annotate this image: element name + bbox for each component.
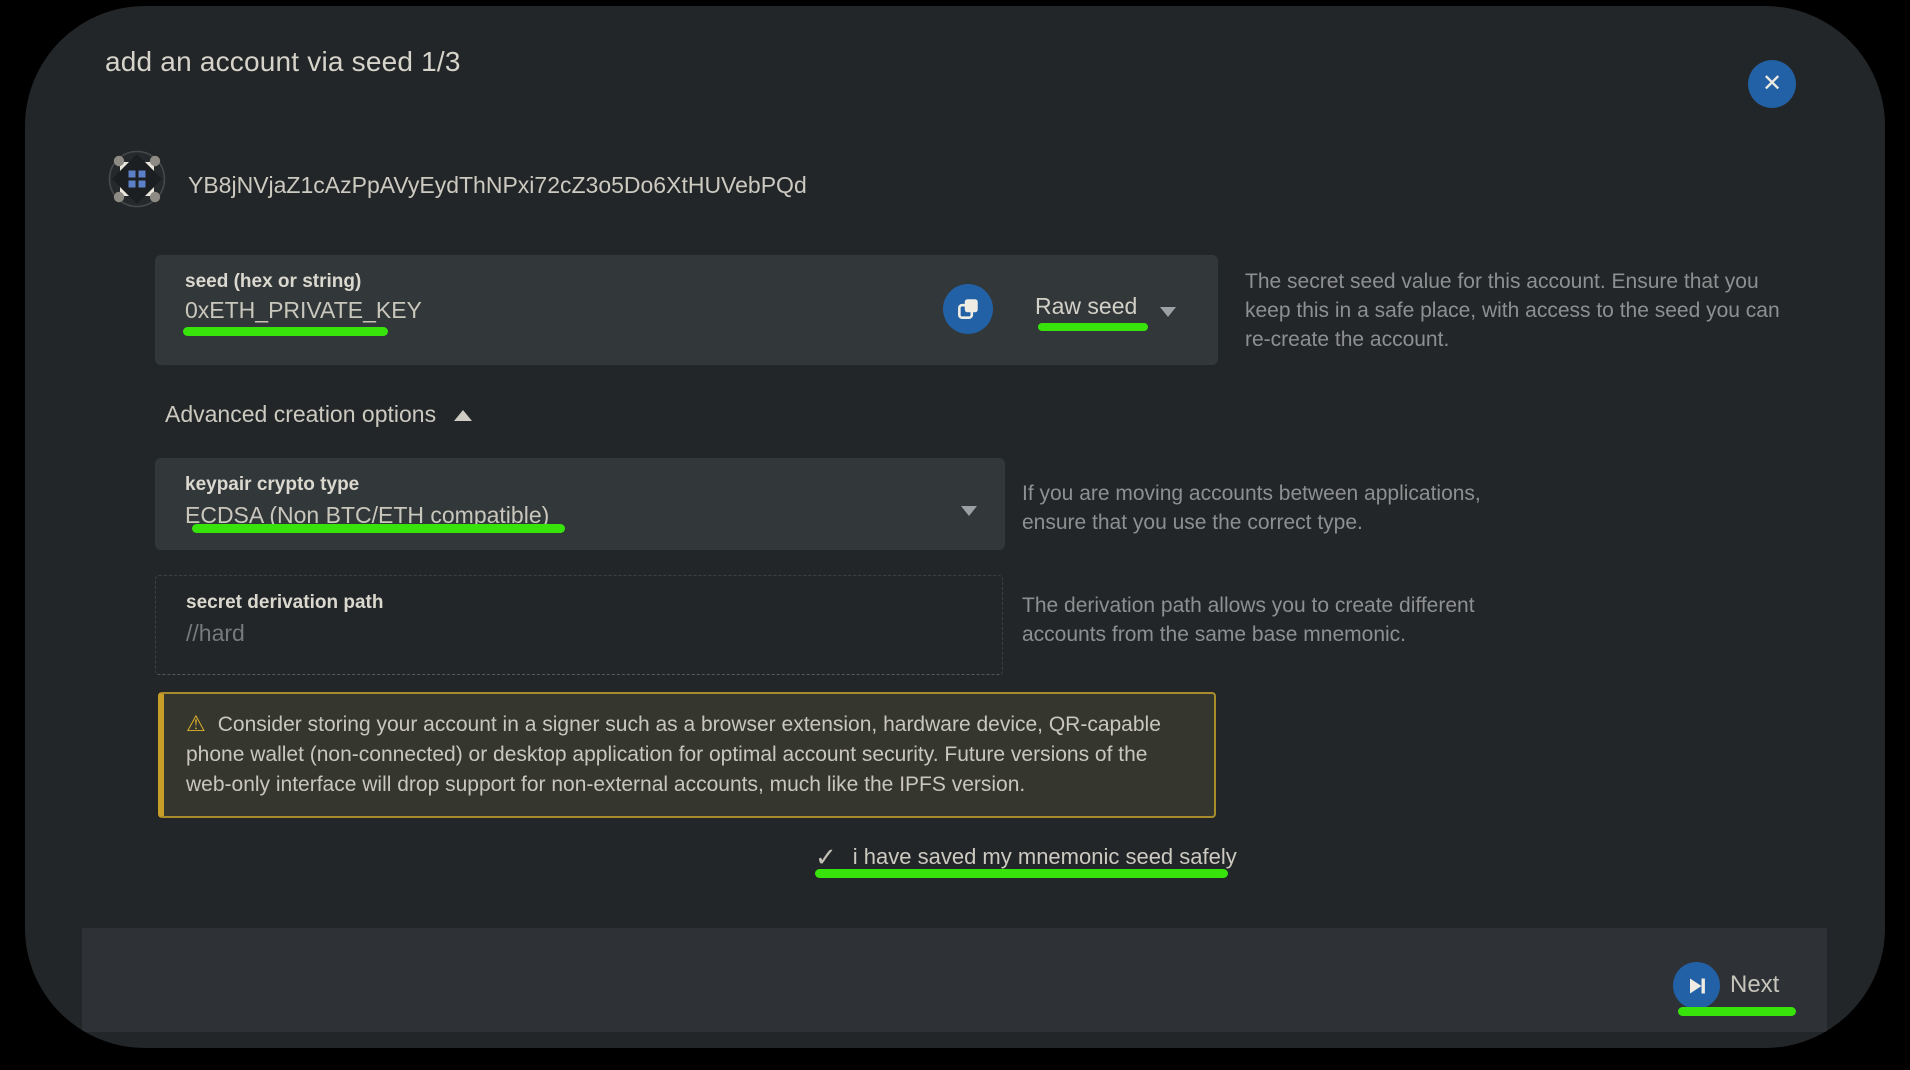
chevron-down-icon: [961, 506, 977, 516]
crypto-help-text: If you are moving accounts between appli…: [1022, 480, 1522, 538]
advanced-options-toggle[interactable]: Advanced creation options: [165, 401, 472, 428]
check-icon: ✓: [815, 844, 837, 870]
seed-input-panel: seed (hex or string) Raw seed: [155, 255, 1218, 365]
next-button[interactable]: [1673, 962, 1720, 1009]
copy-icon: [955, 296, 981, 322]
add-account-modal: add an account via seed 1/3 ✕ YB8jNVjaZ1…: [25, 6, 1885, 1048]
chevron-down-icon: [1160, 307, 1176, 317]
warning-icon: ⚠: [186, 711, 206, 736]
derivation-path-field: secret derivation path: [155, 575, 1003, 675]
advanced-options-label: Advanced creation options: [165, 401, 436, 428]
seed-type-dropdown[interactable]: Raw seed: [1035, 293, 1137, 320]
annotation-underline-crypto-type: [192, 524, 565, 533]
account-identicon-icon[interactable]: [108, 150, 166, 208]
screen: add an account via seed 1/3 ✕ YB8jNVjaZ1…: [0, 0, 1910, 1070]
crypto-type-dropdown[interactable]: keypair crypto type ECDSA (Non BTC/ETH c…: [155, 458, 1005, 550]
close-icon: ✕: [1762, 72, 1782, 96]
close-button[interactable]: ✕: [1748, 60, 1796, 108]
derivation-path-label: secret derivation path: [186, 592, 383, 614]
derivation-path-input[interactable]: [186, 620, 886, 647]
mnemonic-saved-label: i have saved my mnemonic seed safely: [853, 844, 1237, 870]
crypto-type-label: keypair crypto type: [185, 474, 359, 496]
account-address: YB8jNVjaZ1cAzPpAVyEydThNPxi72cZ3o5Do6XtH…: [188, 172, 807, 199]
collapse-up-icon: [454, 410, 472, 421]
annotation-underline-seed-type: [1038, 323, 1148, 331]
seed-type-selected: Raw seed: [1035, 293, 1137, 320]
seed-help-text: The secret seed value for this account. …: [1245, 268, 1797, 354]
skip-next-icon: [1685, 974, 1709, 998]
annotation-underline-checkbox: [815, 869, 1228, 878]
derivation-help-text: The derivation path allows you to create…: [1022, 592, 1537, 650]
seed-input[interactable]: [185, 297, 885, 324]
mnemonic-saved-checkbox[interactable]: ✓ i have saved my mnemonic seed safely: [815, 844, 1237, 870]
annotation-underline-next: [1678, 1007, 1796, 1016]
next-button-label[interactable]: Next: [1730, 971, 1779, 999]
seed-field-label: seed (hex or string): [185, 271, 361, 293]
copy-seed-button[interactable]: [943, 284, 993, 334]
warning-text: Consider storing your account in a signe…: [186, 713, 1161, 796]
security-warning-banner: ⚠Consider storing your account in a sign…: [158, 692, 1216, 818]
modal-title: add an account via seed 1/3: [105, 46, 461, 78]
annotation-underline-seed: [183, 327, 388, 336]
modal-footer: [82, 928, 1827, 1032]
